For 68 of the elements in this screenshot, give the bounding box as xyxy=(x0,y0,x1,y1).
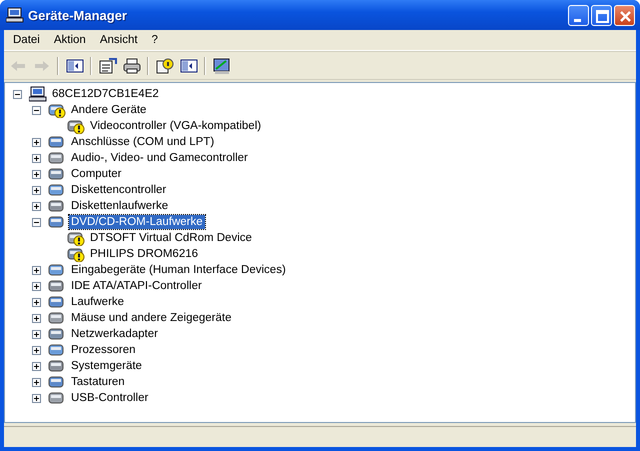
tree-item[interactable]: Netzwerkadapter xyxy=(69,327,160,341)
menu-item[interactable]: Ansicht xyxy=(92,32,145,48)
collapse-button[interactable] xyxy=(32,106,41,114)
expand-button[interactable] xyxy=(32,378,41,386)
tree-item[interactable]: Systemgeräte xyxy=(69,359,144,373)
tree-item[interactable]: Mäuse und andere Zeigegeräte xyxy=(69,311,234,325)
computer-icon xyxy=(29,86,47,102)
collapse-button[interactable] xyxy=(13,90,22,98)
tree-item[interactable]: Laufwerke xyxy=(69,295,126,309)
menu-item[interactable]: Aktion xyxy=(46,32,93,48)
tree-item[interactable]: Computer xyxy=(69,167,124,181)
plus-icon xyxy=(32,186,41,194)
document-warning-icon xyxy=(156,58,174,74)
tree-item[interactable]: Audio-, Video- und Gamecontroller xyxy=(69,151,250,165)
properties-icon xyxy=(98,58,116,74)
expand-button[interactable] xyxy=(32,282,41,290)
tree-item[interactable]: IDE ATA/ATAPI-Controller xyxy=(69,279,204,293)
panel-icon xyxy=(66,58,84,74)
expand-button[interactable] xyxy=(32,394,41,402)
expand-button[interactable] xyxy=(32,314,41,322)
expand-button[interactable] xyxy=(32,298,41,306)
tree-item[interactable]: Anschlüsse (COM und LPT) xyxy=(69,135,216,149)
tree-item[interactable]: Prozessoren xyxy=(69,343,138,357)
expand-button[interactable] xyxy=(32,138,41,146)
panel-icon xyxy=(180,58,198,74)
plus-icon xyxy=(32,202,41,210)
plus-icon xyxy=(32,282,41,290)
plus-icon xyxy=(32,154,41,162)
monitor-icon xyxy=(212,58,230,74)
tree-item[interactable]: DVD/CD-ROM-Laufwerke xyxy=(69,215,205,229)
collapse-button[interactable] xyxy=(32,218,41,226)
tree-item[interactable]: Diskettencontroller xyxy=(69,183,168,197)
plus-icon xyxy=(32,170,41,178)
expand-button[interactable] xyxy=(32,170,41,178)
maximize-button[interactable] xyxy=(591,4,612,26)
tree-item[interactable]: USB-Controller xyxy=(69,391,150,405)
minimize-icon xyxy=(574,18,581,22)
plus-icon xyxy=(32,138,41,146)
printer-icon xyxy=(122,58,140,74)
expand-button[interactable] xyxy=(32,186,41,194)
plus-icon xyxy=(32,394,41,402)
minimize-button[interactable] xyxy=(568,4,589,26)
tree-item[interactable]: PHILIPS DROM6216 xyxy=(88,247,200,261)
expand-button[interactable] xyxy=(32,346,41,354)
plus-icon xyxy=(32,266,41,274)
tree-item[interactable]: Eingabegeräte (Human Interface Devices) xyxy=(69,263,288,277)
plus-icon xyxy=(32,378,41,386)
expand-button[interactable] xyxy=(32,362,41,370)
expand-button[interactable] xyxy=(32,202,41,210)
tree-item[interactable]: 68CE12D7CB1E4E2 xyxy=(50,87,161,101)
tree-item[interactable]: Tastaturen xyxy=(69,375,127,389)
plus-icon xyxy=(32,314,41,322)
window-title: Geräte-Manager xyxy=(28,8,128,22)
expand-button[interactable] xyxy=(32,266,41,274)
computer-icon xyxy=(6,7,24,23)
close-button[interactable] xyxy=(614,4,635,26)
plus-icon xyxy=(32,298,41,306)
plus-icon xyxy=(32,346,41,354)
plus-icon xyxy=(32,362,41,370)
menu-item[interactable]: Datei xyxy=(6,32,47,48)
menu-item[interactable]: ? xyxy=(144,32,165,48)
tree-item[interactable]: DTSOFT Virtual CdRom Device xyxy=(88,231,254,245)
tree-item[interactable]: Andere Geräte xyxy=(69,103,148,117)
tree-item[interactable]: Videocontroller (VGA-kompatibel) xyxy=(88,119,264,133)
plus-icon xyxy=(32,330,41,338)
expand-button[interactable] xyxy=(32,330,41,338)
tree-item[interactable]: Diskettenlaufwerke xyxy=(69,199,170,213)
expand-button[interactable] xyxy=(32,154,41,162)
